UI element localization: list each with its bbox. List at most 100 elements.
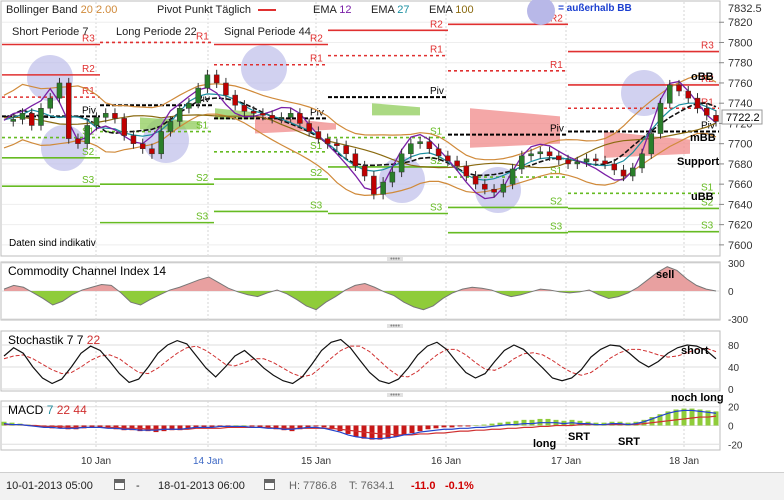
pivot-label-s2: S2 bbox=[82, 147, 95, 158]
x-axis-tick-label: 16 Jan bbox=[431, 456, 461, 467]
candle-body bbox=[121, 118, 127, 136]
calendar-icon[interactable] bbox=[264, 479, 275, 490]
candle-body bbox=[472, 175, 479, 185]
pivot-label-piv: Piv bbox=[82, 105, 96, 116]
legend-long-period: Long Periode 22 bbox=[116, 26, 197, 38]
svg-text:••••: •••• bbox=[390, 323, 400, 330]
pivot-label-s3: S3 bbox=[310, 200, 323, 211]
legend-long-label: Long Periode bbox=[116, 26, 182, 38]
candle-body bbox=[112, 113, 118, 119]
pivot-label-r3: R3 bbox=[701, 41, 714, 52]
candle-body bbox=[334, 143, 340, 146]
candle-body bbox=[130, 135, 137, 144]
candle-body bbox=[380, 181, 386, 195]
candle-body bbox=[389, 171, 396, 183]
candle-body bbox=[65, 82, 72, 139]
candle-body bbox=[75, 138, 81, 144]
legend-short-value: 7 bbox=[82, 26, 89, 38]
legend-pivot-swatch bbox=[258, 9, 277, 12]
stoch-title: Stochastik 7 7 22 bbox=[8, 333, 100, 347]
macd-histogram-bar bbox=[249, 425, 255, 427]
x-axis-tick-label: 10 Jan bbox=[81, 456, 111, 467]
mbb-label: mBB bbox=[690, 132, 716, 144]
from-date[interactable]: 10-01-2013 05:00 bbox=[6, 480, 93, 492]
svg-text:••••: •••• bbox=[390, 392, 400, 399]
legend-ema100: EMA 100 bbox=[429, 4, 474, 16]
candle-body bbox=[556, 155, 562, 161]
price-tick-label: 7600 bbox=[728, 240, 752, 252]
calendar-icon[interactable] bbox=[114, 479, 125, 490]
macd-title: MACD 7 22 44 bbox=[8, 403, 87, 417]
legend-ema100-period: 100 bbox=[455, 4, 474, 16]
candle-body bbox=[546, 151, 553, 157]
macd-histogram-bar bbox=[433, 425, 439, 429]
splitter-handle[interactable]: •••• bbox=[387, 323, 403, 330]
candle-body bbox=[417, 141, 423, 144]
outside-bb-bubble bbox=[241, 45, 287, 91]
footer-bar: 10-01-2013 05:00 - 18-01-2013 06:00 H: 7… bbox=[0, 472, 784, 500]
macd-histogram-bar bbox=[489, 423, 495, 426]
cci-sell-label: sell bbox=[656, 269, 674, 281]
legend-ema100-label: EMA bbox=[429, 4, 453, 16]
candle-body bbox=[602, 160, 608, 165]
candle-body bbox=[620, 169, 627, 177]
candle-body bbox=[306, 123, 312, 132]
pivot-label-s3: S3 bbox=[701, 221, 714, 232]
legend-ema27: EMA 27 bbox=[371, 4, 410, 16]
pivot-label-s3: S3 bbox=[196, 212, 209, 223]
legend-outside-bb-label: = außerhalb BB bbox=[558, 3, 632, 14]
change-value: -11.0 bbox=[411, 480, 436, 492]
candle-body bbox=[278, 117, 285, 119]
pivot-label-s1: S1 bbox=[310, 141, 323, 152]
obb-label: oBB bbox=[691, 71, 714, 83]
macd-histogram-bar bbox=[465, 425, 471, 427]
macd-histogram-bar bbox=[529, 419, 535, 426]
candle-body bbox=[676, 84, 682, 92]
candle-body bbox=[28, 113, 35, 126]
pivot-label-s3: S3 bbox=[550, 222, 563, 233]
legend-bollinger: Bollinger Band 20 2.00 bbox=[6, 4, 117, 16]
pivot-label-r1: R1 bbox=[430, 45, 443, 56]
legend-outside-bb: = außerhalb BB bbox=[527, 0, 632, 25]
candle-body bbox=[343, 145, 349, 155]
candle-body bbox=[102, 113, 109, 118]
pivot-label-s1: S1 bbox=[550, 166, 563, 177]
price-tick-label: 7740 bbox=[728, 98, 752, 110]
cci-tick-label: 0 bbox=[728, 287, 734, 298]
candle-body bbox=[139, 143, 146, 149]
candle-body bbox=[176, 108, 183, 122]
candle-body bbox=[371, 175, 377, 195]
pivot-label-r1: R1 bbox=[550, 60, 563, 71]
disclaimer-text: Daten sind indikativ bbox=[9, 238, 96, 249]
legend-pivot: Pivot Punkt Täglich bbox=[157, 4, 277, 16]
candle-body bbox=[435, 148, 442, 157]
price-tick-label: 7680 bbox=[728, 159, 752, 171]
candle-body bbox=[528, 153, 534, 157]
macd-histogram-bar bbox=[481, 424, 487, 426]
macd-srt-label-1: SRT bbox=[568, 431, 590, 443]
macd-histogram-bar bbox=[377, 425, 383, 440]
legend-short-label: Short Periode bbox=[12, 26, 80, 38]
candle-body bbox=[19, 113, 26, 120]
candle-body bbox=[297, 113, 303, 124]
candle-body bbox=[186, 102, 192, 109]
macd-histogram-bar bbox=[385, 425, 391, 439]
pivot-label-r2: R2 bbox=[430, 19, 443, 30]
macd-tick-label: 0 bbox=[728, 422, 734, 433]
high-value: H: 7786.8 bbox=[289, 480, 337, 492]
macd-histogram-bar bbox=[401, 425, 407, 435]
legend-ema27-period: 27 bbox=[397, 4, 410, 16]
x-axis-tick-label: 18 Jan bbox=[669, 456, 699, 467]
legend-short-period: Short Periode 7 bbox=[12, 26, 88, 38]
legend-pivot-period: Täglich bbox=[215, 4, 251, 16]
splitter-handle[interactable]: •••• bbox=[387, 392, 403, 399]
candle-body bbox=[454, 160, 460, 167]
candle-body bbox=[38, 108, 44, 126]
to-date[interactable]: 18-01-2013 06:00 bbox=[158, 480, 245, 492]
pivot-label-s3: S3 bbox=[430, 203, 443, 214]
outside-bb-bubble-icon bbox=[527, 0, 555, 25]
candle-body bbox=[537, 151, 544, 155]
low-value: T: 7634.1 bbox=[349, 480, 395, 492]
legend-bollinger-label: Bollinger Band bbox=[6, 4, 78, 16]
candle-body bbox=[158, 131, 164, 155]
